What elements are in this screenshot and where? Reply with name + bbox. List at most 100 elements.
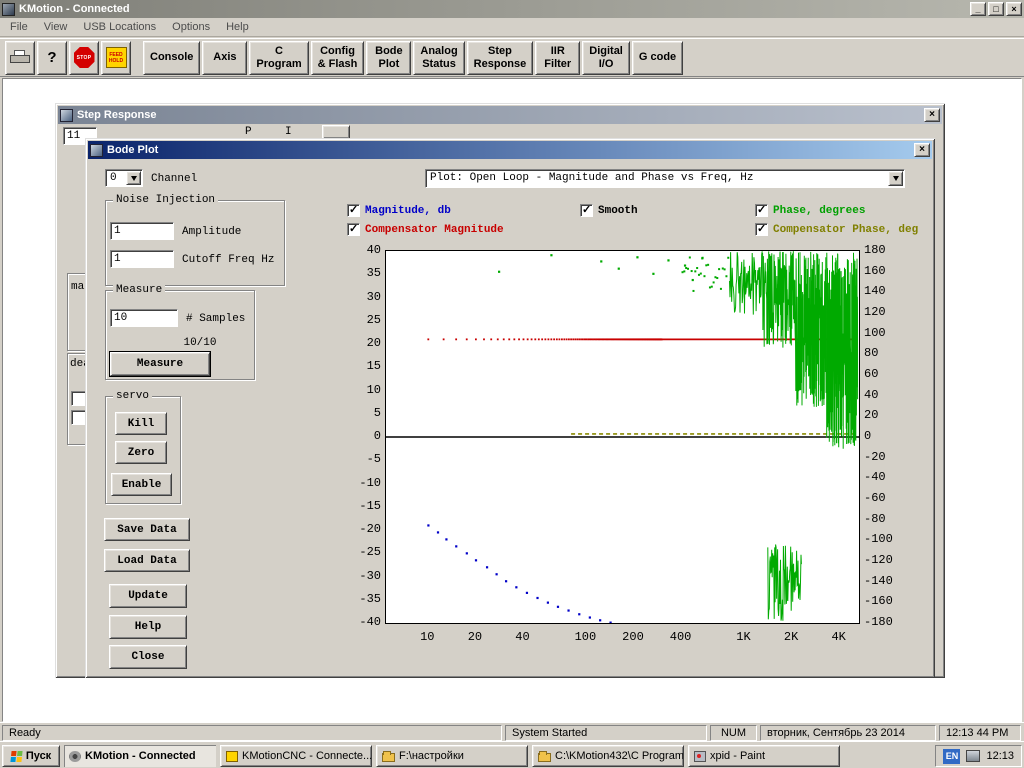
tick-freq-1K: 1K [725,630,761,644]
channel-dropdown-icon[interactable] [126,171,141,185]
measure-button[interactable]: Measure [110,352,210,376]
stop-button[interactable]: STOP [69,41,99,75]
toolbar-iir-filter-button[interactable]: IIRFilter [535,41,580,75]
language-indicator[interactable]: EN [943,749,960,764]
menu-help[interactable]: Help [218,19,257,35]
stop-icon: STOP [74,47,95,68]
feed-hold-text-2: HOLD [109,58,123,64]
bode-plot-window: Bode Plot × 0 Channel Plot: Open Loop - … [85,138,935,678]
checkbox-comp-magnitude[interactable]: Compensator Magnitude [347,223,504,236]
toolbar-bode-plot-button[interactable]: BodePlot [366,41,411,75]
step-fragment-button[interactable] [322,125,350,139]
amplitude-label: Amplitude [182,226,241,238]
status-date: вторник, Сентябрь 23 2014 [760,725,936,741]
checkbox-magnitude-label: Magnitude, db [365,205,451,217]
paint-icon [694,751,706,762]
start-button[interactable]: Пуск [2,745,60,767]
bode-titlebar[interactable]: Bode Plot × [88,141,932,159]
measure-progress: 10/10 [170,337,230,349]
toolbar-analog-status-button[interactable]: AnalogStatus [413,41,464,75]
checkbox-magnitude-box[interactable] [347,204,360,217]
maximize-icon[interactable]: □ [988,2,1004,16]
folder-icon [538,753,551,762]
menu-usb-locations[interactable]: USB Locations [75,19,164,35]
app-titlebar[interactable]: KMotion - Connected _ □ × [0,0,1024,18]
plot-type-dropdown-icon[interactable] [888,171,903,186]
checkbox-smooth-box[interactable] [580,204,593,217]
amplitude-field[interactable]: 1 [110,222,174,240]
checkbox-comp-phase-box[interactable] [755,223,768,236]
feed-hold-button[interactable]: FEED HOLD [101,41,131,75]
save-data-button[interactable]: Save Data [104,518,190,541]
samples-label: # Samples [186,313,245,325]
tick-db-0: 0 [347,429,381,443]
help-dialog-button[interactable]: Help [109,615,187,639]
tick-deg--80: -80 [864,512,906,526]
toolbar-config-flash-button[interactable]: Config& Flash [311,41,365,75]
close-dialog-button[interactable]: Close [109,645,187,669]
toolbar-c-program-button[interactable]: CProgram [249,41,308,75]
task-paint[interactable]: xpid - Paint [688,745,840,767]
tick-deg--160: -160 [864,594,906,608]
toolbar-digital-io-button[interactable]: DigitalI/O [582,41,630,75]
system-tray: EN 12:13 [935,745,1022,767]
tick-deg-160: 160 [864,264,906,278]
tick-deg-0: 0 [864,429,906,443]
toolbar-axis-button[interactable]: Axis [202,41,247,75]
minimize-icon[interactable]: _ [970,2,986,16]
step-close-icon[interactable]: × [924,108,940,122]
tick-deg--180: -180 [864,615,906,629]
checkbox-magnitude[interactable]: Magnitude, db [347,204,451,217]
bode-close-icon[interactable]: × [914,143,930,157]
zero-button[interactable]: Zero [115,441,167,464]
print-button[interactable] [5,41,35,75]
folder-icon [382,753,395,762]
checkbox-smooth[interactable]: Smooth [580,204,638,217]
task-kmotion[interactable]: KMotion - Connected [64,745,216,767]
tick-db--15: -15 [347,499,381,513]
channel-select[interactable]: 0 [105,169,143,187]
task-folder-programs[interactable]: C:\KMotion432\C Programs [532,745,684,767]
close-icon[interactable]: × [1006,2,1022,16]
tick-deg--140: -140 [864,574,906,588]
tick-freq-400: 400 [663,630,699,644]
task-folder-settings[interactable]: F:\настройки [376,745,528,767]
checkbox-comp-phase[interactable]: Compensator Phase, deg [755,223,918,236]
tray-device-icon[interactable] [966,750,980,762]
menu-view[interactable]: View [36,19,76,35]
toolbar-console-button[interactable]: Console [143,41,200,75]
checkbox-phase-box[interactable] [755,204,768,217]
help-button[interactable]: ? [37,41,67,75]
plot-type-select[interactable]: Plot: Open Loop - Magnitude and Phase vs… [425,169,905,188]
tick-db-20: 20 [347,336,381,350]
step-response-titlebar[interactable]: Step Response × [58,106,942,124]
tick-db-30: 30 [347,290,381,304]
tick-db-35: 35 [347,266,381,280]
screen: KMotion - Connected _ □ × FileViewUSB Lo… [0,0,1024,768]
load-data-button[interactable]: Load Data [104,549,190,572]
task-label: C:\KMotion432\C Programs [555,750,684,762]
cutoff-freq-field[interactable]: 1 [110,250,174,268]
menu-options[interactable]: Options [164,19,218,35]
checkbox-phase[interactable]: Phase, degrees [755,204,865,217]
taskbar: Пуск KMotion - ConnectedKMotionCNC - Con… [0,741,1024,768]
tick-freq-100: 100 [567,630,603,644]
kill-button[interactable]: Kill [115,412,167,435]
toolbar-separator [133,57,141,58]
menu-file[interactable]: File [2,19,36,35]
update-button[interactable]: Update [109,584,187,608]
tick-deg-20: 20 [864,408,906,422]
tick-deg--40: -40 [864,470,906,484]
tick-db--20: -20 [347,522,381,536]
tick-freq-40: 40 [504,630,540,644]
toolbar-g-code-button[interactable]: G code [632,41,683,75]
bode-plot-svg [386,251,859,623]
bode-window-icon [90,144,103,157]
checkbox-comp-magnitude-box[interactable] [347,223,360,236]
samples-field[interactable]: 10 [110,309,178,327]
bode-window-title: Bode Plot [107,144,914,156]
toolbar-step-response-button[interactable]: StepResponse [467,41,534,75]
printer-icon [10,50,30,65]
enable-button[interactable]: Enable [111,473,172,496]
task-kmotioncnc[interactable]: KMotionCNC - Connecte... [220,745,372,767]
